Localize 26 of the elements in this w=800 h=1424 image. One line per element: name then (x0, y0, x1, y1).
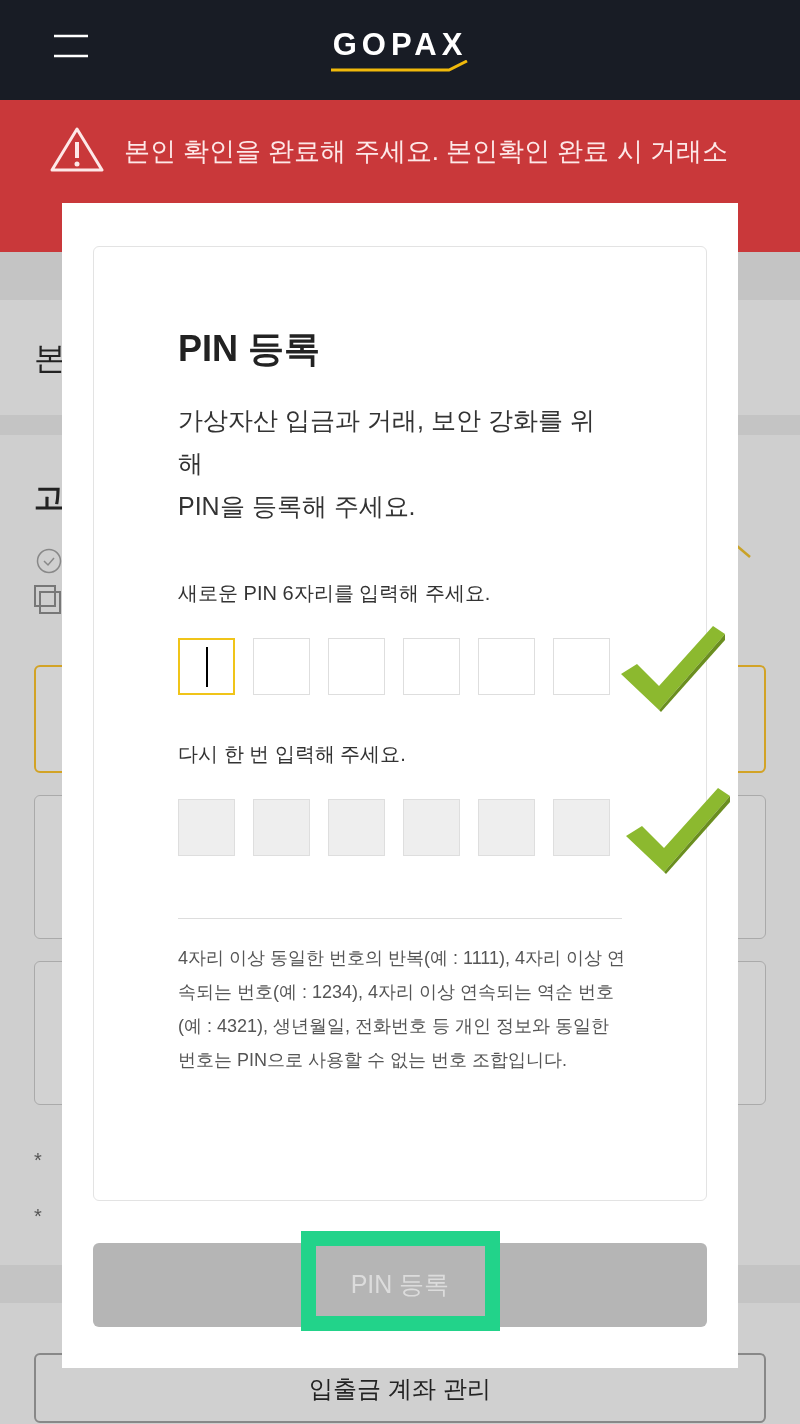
text-cursor (205, 646, 208, 687)
section-title: 본 (34, 338, 66, 378)
pin-rule-note: 4자리 이상 동일한 번호의 반복(예 : 1111), 4자리 이상 연속되는 번호(예 : 1234), 4자리 이상 연속되는 역순 번호(예 : 4321), 생년월일, 전화번호 등 개인 정보와 동일한 번호는 PIN으로 사용할 수 없는 번호 조합입니다. (178, 947, 627, 1072)
logo[interactable]: GOPAX (332, 28, 468, 60)
pin-digit-field[interactable] (328, 638, 385, 695)
pin-digit-field[interactable] (553, 638, 610, 695)
description-line: 해 (178, 448, 204, 479)
menu-icon[interactable] (54, 34, 88, 58)
field-label: 다시 한 번 입력해 주세요. (178, 742, 407, 767)
banner-message: 본인 확인을 완료해 주세요. 본인확인 완료 시 거래소 (124, 136, 728, 166)
subsection-title: 고 (34, 481, 64, 514)
check-circle-icon (36, 548, 62, 574)
pin-digit-field[interactable] (178, 638, 235, 695)
check-mark-icon (624, 786, 732, 874)
pin-digit-field[interactable] (403, 638, 460, 695)
pin-digit-field[interactable] (478, 638, 535, 695)
description-line: PIN을 등록해 주세요. (178, 491, 417, 522)
dialog-title: PIN 등록 (178, 327, 321, 371)
note-marker: * (34, 1204, 42, 1229)
note-marker: * (34, 1148, 42, 1173)
copy-icon (34, 585, 62, 615)
field-label: 새로운 PIN 6자리를 입력해 주세요. (178, 581, 492, 606)
description-line: 가상자산 입금과 거래, 보안 강화를 위 (178, 405, 596, 436)
pin-digit-field[interactable] (253, 638, 310, 695)
check-mark-icon (619, 624, 727, 712)
warning-icon (50, 126, 104, 173)
